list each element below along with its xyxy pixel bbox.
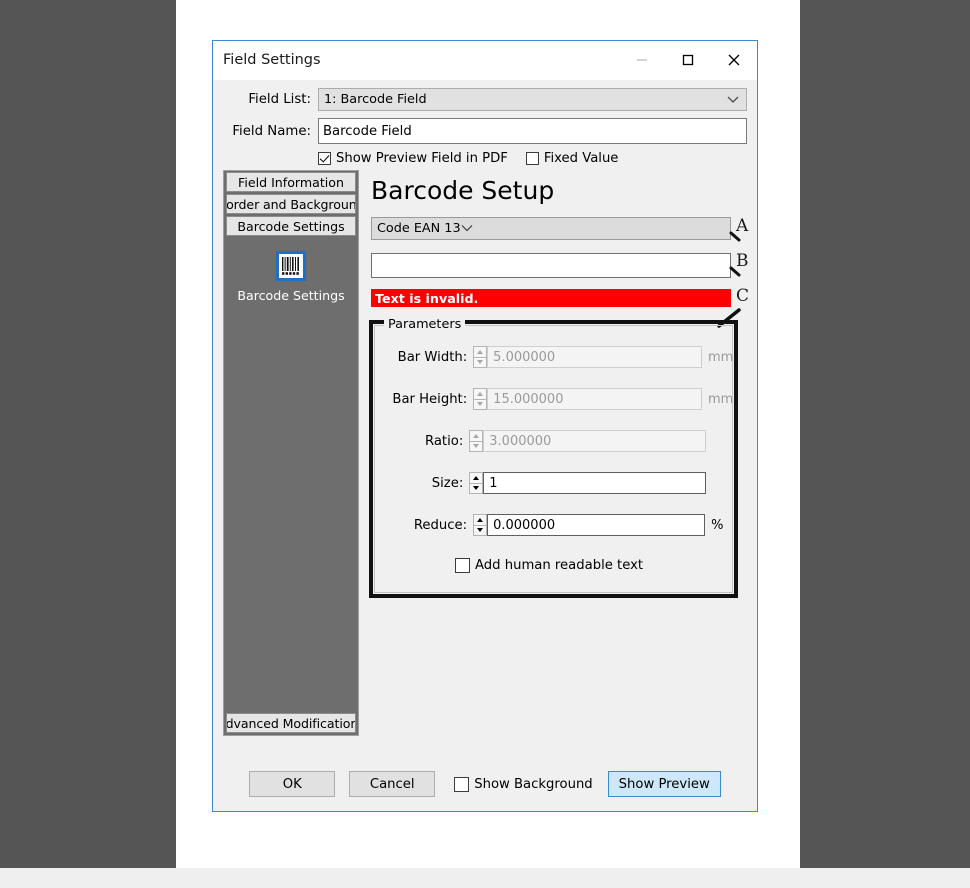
callout-letter-b: B	[736, 251, 749, 271]
sidebar-item-advanced-modifications[interactable]: Advanced Modifications	[226, 713, 356, 733]
bar-height-label: Bar Height:	[392, 391, 468, 407]
sidebar-item-field-information[interactable]: Field Information	[226, 172, 356, 192]
maximize-button[interactable]	[665, 41, 711, 80]
add-human-readable-text-checkbox[interactable]	[455, 558, 470, 573]
barcode-glyph	[282, 257, 299, 275]
close-icon	[728, 54, 740, 66]
top-form: Field List: 1: Barcode Field Field Name:…	[213, 80, 757, 170]
barcode-icon-caption: Barcode Settings	[237, 288, 345, 303]
sidebar-item-barcode-settings[interactable]: Barcode Settings	[226, 216, 356, 236]
ratio-stepper-down[interactable]	[469, 440, 484, 452]
field-list-value: 1: Barcode Field	[324, 92, 427, 107]
show-background-row: Show Background	[454, 776, 593, 792]
human-readable-row: Add human readable text	[455, 558, 732, 573]
ok-button[interactable]: OK	[249, 771, 336, 797]
barcode-type-value: Code EAN 13	[377, 221, 461, 236]
chevron-down-icon	[727, 92, 739, 107]
field-name-row: Field Name: Barcode Field	[223, 118, 747, 144]
param-row-bar-height: Bar Height: 15.000000 mm	[375, 388, 734, 410]
barcode-type-combo[interactable]: Code EAN 13	[371, 217, 731, 240]
minimize-button[interactable]	[619, 41, 665, 80]
cancel-button[interactable]: Cancel	[349, 771, 436, 797]
field-list-combo[interactable]: 1: Barcode Field	[318, 88, 747, 111]
reduce-stepper-up[interactable]	[473, 514, 488, 525]
ratio-stepper[interactable]	[469, 430, 484, 452]
parameters-legend: Parameters	[384, 317, 466, 332]
bar-height-stepper-up[interactable]	[473, 388, 488, 399]
bar-width-label: Bar Width:	[397, 349, 468, 365]
size-label: Size:	[431, 475, 464, 491]
size-stepper[interactable]	[469, 472, 484, 494]
bottom-status-strip	[0, 868, 970, 888]
param-row-reduce: Reduce: 0.000000 %	[375, 514, 732, 536]
barcode-settings-pane: Barcode Setup Code EAN 13 Text is invali…	[367, 170, 750, 736]
field-name-input[interactable]: Barcode Field	[318, 118, 747, 144]
show-background-checkbox[interactable]	[454, 776, 470, 792]
callout-letter-a: A	[736, 216, 749, 236]
sidebar-item-border-and-background[interactable]: Border and Background	[226, 194, 356, 214]
ratio-label: Ratio:	[424, 433, 464, 449]
show-preview-field-label: Show Preview Field in PDF	[336, 151, 508, 166]
bar-width-stepper-down[interactable]	[473, 356, 488, 368]
dialog-title: Field Settings	[223, 52, 321, 68]
show-background-label: Show Background	[474, 776, 593, 792]
reduce-stepper-down[interactable]	[473, 524, 488, 536]
bar-height-input: 15.000000	[487, 388, 702, 410]
reduce-stepper[interactable]	[473, 514, 488, 536]
fixed-value-label: Fixed Value	[543, 151, 619, 166]
field-name-label: Field Name:	[232, 123, 311, 139]
ratio-input: 3.000000	[483, 430, 706, 452]
chevron-down-icon	[461, 221, 473, 236]
barcode-icon[interactable]	[276, 251, 306, 281]
reduce-input[interactable]: 0.000000	[487, 514, 706, 536]
reduce-unit: %	[711, 517, 724, 533]
size-input[interactable]: 1	[483, 472, 706, 494]
field-list-label: Field List:	[248, 92, 311, 107]
bar-height-stepper-down[interactable]	[473, 398, 488, 410]
page-title: Barcode Setup	[371, 176, 555, 205]
minimize-icon	[637, 59, 647, 61]
param-row-ratio: Ratio: 3.000000	[375, 430, 732, 452]
size-stepper-down[interactable]	[469, 482, 484, 494]
dialog-body: Field Information Border and Background …	[213, 170, 757, 736]
error-message: Text is invalid.	[371, 289, 731, 307]
param-row-bar-width: Bar Width: 5.000000 mm	[375, 346, 734, 368]
bar-width-input: 5.000000	[487, 346, 702, 368]
dialog-footer: OK Cancel Show Background Show Preview	[213, 757, 757, 811]
show-preview-button[interactable]: Show Preview	[607, 771, 721, 797]
settings-sidebar: Field Information Border and Background …	[223, 170, 359, 736]
size-stepper-up[interactable]	[469, 472, 484, 483]
bar-width-unit: mm	[708, 349, 734, 365]
fixed-value-checkbox[interactable]	[525, 152, 539, 165]
bar-height-unit: mm	[708, 391, 734, 407]
callout-letter-c: C	[736, 286, 750, 306]
field-list-row: Field List: 1: Barcode Field	[223, 88, 747, 111]
reduce-label: Reduce:	[413, 517, 468, 533]
bar-height-stepper[interactable]	[473, 388, 488, 410]
bar-width-stepper-up[interactable]	[473, 346, 488, 357]
parameters-group: Parameters Bar Width: 5.000000 mm Bar He…	[374, 317, 734, 593]
close-button[interactable]	[711, 41, 757, 80]
dialog-titlebar: Field Settings	[213, 41, 757, 80]
barcode-value-input[interactable]	[371, 253, 731, 278]
add-human-readable-text-label: Add human readable text	[475, 558, 644, 573]
show-preview-field-checkbox[interactable]	[318, 152, 331, 165]
bar-width-stepper[interactable]	[473, 346, 488, 368]
sidebar-icon-area: Barcode Settings	[224, 237, 358, 713]
ratio-stepper-up[interactable]	[469, 430, 484, 441]
param-row-size: Size: 1	[375, 472, 732, 494]
field-settings-dialog: Field Settings Field List: 1: Barcode Fi…	[212, 40, 758, 812]
top-checkbox-row: Show Preview Field in PDF Fixed Value	[318, 151, 747, 166]
maximize-icon	[682, 54, 694, 66]
